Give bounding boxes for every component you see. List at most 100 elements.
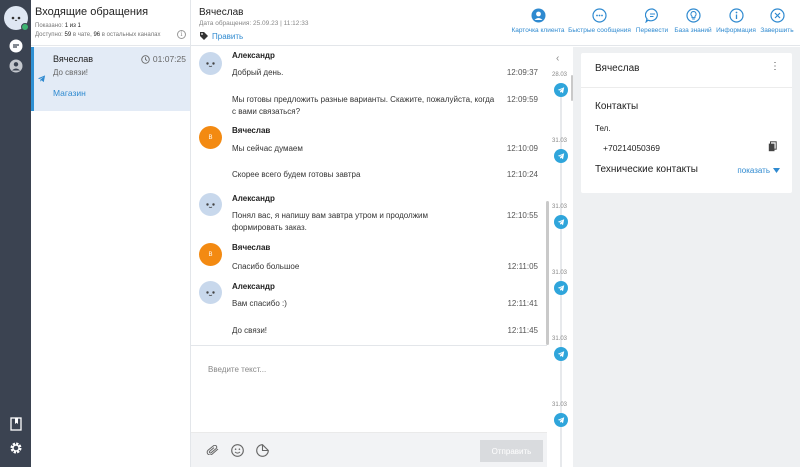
contacts-nav-icon[interactable] — [8, 58, 24, 74]
message-time: 12:11:05 — [507, 262, 538, 271]
finish-button[interactable]: Завершить — [758, 8, 796, 34]
knowledge-base-label: База знаний — [674, 27, 712, 34]
online-status-dot — [21, 23, 29, 31]
conversation-timer: 01:07:25 — [141, 54, 186, 64]
timeline-date: 31.03 — [552, 138, 568, 144]
attach-paperclip-icon[interactable] — [205, 442, 221, 458]
information-button[interactable]: Информация — [714, 8, 758, 34]
inbox-title: Входящие обращения — [35, 6, 149, 18]
translate-icon — [644, 8, 660, 23]
message-time: 12:09:37 — [506, 68, 538, 77]
client-card-name: Вячеслав — [595, 63, 640, 74]
show-label: показать — [737, 166, 770, 175]
knowledge-book-icon[interactable] — [8, 416, 24, 432]
timeline-telegram-icon[interactable] — [554, 149, 568, 163]
timeline-telegram-icon[interactable] — [554, 281, 568, 295]
message-time: 12:10:09 — [506, 144, 538, 153]
message-time: 12:09:59 — [506, 95, 538, 104]
collapse-chevron-icon[interactable]: ‹ — [556, 53, 559, 64]
timeline-telegram-icon[interactable] — [554, 413, 568, 427]
client-card-label: Карточка клиента — [511, 27, 565, 34]
message-text: До связи! — [232, 326, 268, 335]
edit-tags-button[interactable]: Править — [199, 31, 243, 41]
shown-label: Показано: — [35, 23, 65, 29]
operator-avatar[interactable] — [4, 6, 29, 31]
conversation-list-item[interactable]: Вячеслав 01:07:25 До связи! Магазин — [31, 47, 190, 111]
user-circle-icon — [531, 8, 546, 23]
shown-value: 1 из 1 — [64, 23, 81, 29]
edit-label: Править — [212, 31, 244, 41]
translate-button[interactable]: Перевести — [632, 8, 672, 34]
inbox-counters: Показано: 1 из 1 Доступно: 59 в чате, 96… — [35, 22, 185, 40]
message-text: Добрый день. — [232, 68, 284, 77]
client-card: Вячеслав ⋮ Контакты Тел. +70214050369 Те… — [581, 53, 792, 193]
translate-label: Перевести — [635, 27, 669, 34]
inbox-panel: Входящие обращения Показано: 1 из 1 Дост… — [31, 0, 191, 467]
inbox-info-icon[interactable]: i — [177, 30, 186, 39]
message-input[interactable]: Введите текст... — [208, 365, 266, 374]
caret-down-icon — [773, 168, 780, 173]
sticker-icon[interactable] — [254, 442, 270, 458]
knowledge-base-button[interactable]: База знаний — [672, 8, 714, 34]
client-avatar: В — [199, 126, 222, 149]
conversation-timeline: ‹ 28.03 31.03 31.03 31.03 31.03 31.03 — [549, 47, 573, 467]
client-card-panel: Вячеслав ⋮ Контакты Тел. +70214050369 Те… — [573, 47, 800, 467]
message-time: 12:11:45 — [507, 326, 538, 335]
finish-label: Завершить — [760, 27, 794, 34]
emoji-icon[interactable] — [229, 442, 245, 458]
message-time: 12:10:24 — [506, 170, 538, 179]
timeline-telegram-icon[interactable] — [554, 83, 568, 97]
divider — [581, 87, 792, 88]
message-author: Вячеслав — [232, 126, 271, 135]
left-nav-rail — [0, 0, 31, 467]
message-text: Мы сейчас думаем — [232, 144, 303, 153]
more-menu-icon[interactable]: ⋮ — [770, 61, 780, 72]
message-text: Скорее всего будем готовы завтра — [232, 170, 361, 179]
agent-avatar — [199, 193, 222, 216]
telegram-icon — [37, 75, 46, 83]
agent-avatar — [199, 52, 222, 75]
inbox-header: Входящие обращения Показано: 1 из 1 Дост… — [31, 0, 190, 46]
conversation-client-name: Вячеслав — [53, 54, 94, 64]
info-icon — [728, 8, 744, 23]
message-time: 12:11:41 — [507, 299, 538, 308]
timeline-telegram-icon[interactable] — [554, 215, 568, 229]
message-text: Спасибо большое — [232, 262, 300, 271]
tag-icon — [200, 32, 208, 40]
app-window: Входящие обращения Показано: 1 из 1 Дост… — [0, 0, 800, 467]
chat-dots-icon — [592, 8, 607, 23]
message-author: Александр — [232, 282, 275, 291]
timeline-date: 31.03 — [552, 270, 568, 276]
timeline-date: 31.03 — [552, 204, 568, 210]
message-author: Александр — [232, 51, 275, 60]
header-toolbar: Карточка клиента Быстрые сообщения Перев… — [509, 8, 796, 34]
quick-messages-button[interactable]: Быстрые сообщения — [567, 8, 632, 34]
conversation-channel[interactable]: Магазин — [53, 88, 86, 98]
send-button[interactable]: Отправить — [480, 440, 543, 462]
timeline-date: 31.03 — [552, 336, 568, 342]
timeline-telegram-icon[interactable] — [554, 347, 568, 361]
message-composer: Введите текст... Отправить — [191, 345, 547, 467]
chat-client-name: Вячеслав — [199, 7, 244, 18]
message-text: Понял вас, я напишу вам завтра утром и п… — [232, 211, 429, 232]
clock-icon — [141, 54, 150, 64]
message-author: Александр — [232, 194, 275, 203]
timeline-date: 31.03 — [552, 402, 568, 408]
chat-header: Вячеслав Дата обращения: 25.09.23 | 11:1… — [191, 0, 800, 46]
show-technical-contacts-button[interactable]: показать — [737, 166, 780, 175]
settings-gear-icon[interactable] — [8, 440, 24, 456]
phone-label: Тел. — [595, 124, 611, 133]
message-text: Вам спасибо :) — [232, 299, 287, 308]
conversation-preview: До связи! — [53, 68, 89, 77]
contacts-heading: Контакты — [595, 101, 639, 112]
information-label: Информация — [716, 27, 756, 34]
phone-value[interactable]: +70214050369 — [603, 143, 660, 153]
client-avatar: В — [199, 243, 222, 266]
copy-icon[interactable] — [768, 141, 777, 152]
message-time: 12:10:55 — [506, 211, 538, 220]
available-mid: в чате, — [71, 32, 94, 38]
chats-nav-icon[interactable] — [8, 38, 24, 54]
message-author: Вячеслав — [232, 243, 271, 252]
client-card-button[interactable]: Карточка клиента — [509, 8, 567, 34]
available-tail: в остальных каналах — [100, 32, 161, 38]
